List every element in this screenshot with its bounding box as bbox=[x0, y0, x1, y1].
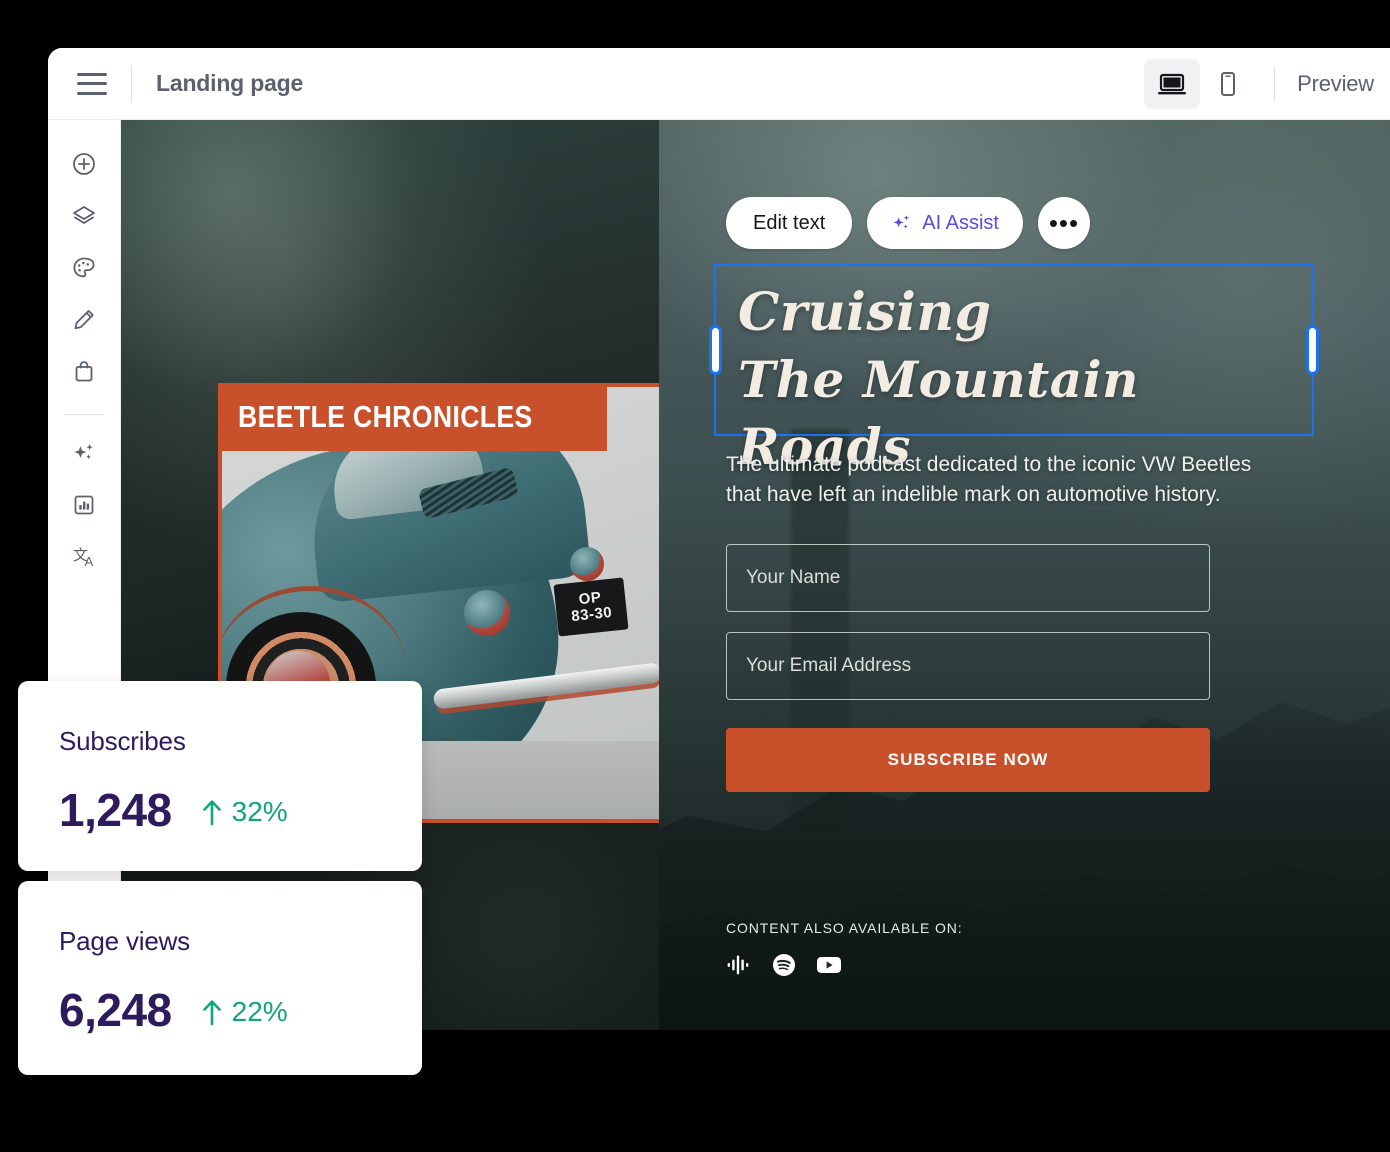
top-bar: Landing page Preview bbox=[48, 48, 1390, 120]
subscribe-now-button[interactable]: SUBSCRIBE NOW bbox=[726, 728, 1210, 792]
top-bar-actions: Preview bbox=[1144, 48, 1390, 119]
edit-text-button[interactable]: Edit text bbox=[726, 197, 853, 249]
page-title: Landing page bbox=[156, 70, 304, 96]
device-desktop-button[interactable] bbox=[1144, 58, 1201, 109]
stat-delta: 22% bbox=[200, 996, 288, 1028]
more-options-button[interactable]: ••• bbox=[1037, 197, 1090, 249]
youtube-icon[interactable] bbox=[816, 955, 842, 975]
preview-button[interactable]: Preview bbox=[1297, 71, 1390, 97]
mobile-icon bbox=[1221, 71, 1236, 96]
plus-circle-icon bbox=[73, 153, 95, 175]
hamburger-menu-icon[interactable] bbox=[77, 72, 107, 95]
stat-value: 1,248 bbox=[59, 784, 172, 836]
beetle-banner: BEETLE CHRONICLES bbox=[222, 387, 607, 451]
divider bbox=[1274, 65, 1276, 102]
stat-row: 1,248 32% bbox=[59, 783, 422, 837]
hero-subtext: The ultimate podcast dedicated to the ic… bbox=[726, 453, 1252, 506]
stat-card-page-views: Page views 6,248 22% bbox=[18, 881, 422, 1075]
headline-line-1: Cruising bbox=[738, 282, 992, 343]
shopping-bag-icon bbox=[75, 361, 93, 382]
stat-card-subscribes: Subscribes 1,248 32% bbox=[18, 681, 422, 871]
ai-assist-label: AI Assist bbox=[922, 211, 999, 234]
sparkles-icon bbox=[74, 444, 93, 460]
name-input[interactable] bbox=[726, 544, 1210, 612]
bar-chart-icon bbox=[74, 495, 94, 515]
palette-icon bbox=[73, 257, 95, 278]
stat-value: 6,248 bbox=[59, 984, 172, 1036]
layers-icon bbox=[73, 206, 95, 224]
sidebar-item-add[interactable] bbox=[62, 142, 106, 186]
sidebar-item-edit[interactable] bbox=[62, 298, 106, 342]
hero-right-pane: Edit text AI Assist ••• Cruising The Mou… bbox=[659, 120, 1390, 1030]
hero-content: Edit text AI Assist ••• Cruising The Mou… bbox=[709, 120, 1319, 1030]
arrow-up-icon bbox=[202, 1000, 221, 1026]
element-toolbar: Edit text AI Assist ••• bbox=[726, 197, 1090, 249]
svg-text:A: A bbox=[85, 554, 94, 569]
stat-delta-value: 22% bbox=[231, 996, 288, 1027]
desktop-icon bbox=[1158, 73, 1187, 94]
stat-row: 6,248 22% bbox=[59, 983, 422, 1037]
resize-handle-left[interactable] bbox=[709, 325, 722, 375]
sidebar-item-theme[interactable] bbox=[62, 246, 106, 290]
pencil-icon bbox=[74, 310, 94, 330]
stat-label: Subscribes bbox=[59, 726, 186, 756]
translate-icon: 文 A bbox=[73, 546, 94, 569]
ai-assist-button[interactable]: AI Assist bbox=[867, 197, 1023, 249]
sidebar-item-store[interactable] bbox=[62, 350, 106, 394]
footer-label: CONTENT ALSO AVAILABLE ON: bbox=[726, 920, 963, 936]
email-input[interactable] bbox=[726, 632, 1210, 700]
beetle-taillight-left bbox=[464, 590, 510, 637]
beetle-taillight-right bbox=[569, 546, 604, 581]
stat-delta: 32% bbox=[200, 796, 288, 828]
sidebar-item-analytics[interactable] bbox=[62, 483, 106, 527]
spotify-icon[interactable] bbox=[771, 952, 797, 978]
sidebar-item-layers[interactable] bbox=[62, 194, 106, 238]
footer-platform-icons bbox=[726, 952, 963, 978]
divider bbox=[64, 414, 104, 415]
beetle-banner-title: BEETLE CHRONICLES bbox=[238, 399, 533, 434]
divider bbox=[131, 65, 132, 102]
stat-label: Page views bbox=[59, 926, 190, 956]
device-mobile-button[interactable] bbox=[1200, 59, 1256, 109]
beetle-license-plate: OP 83-30 bbox=[553, 577, 629, 637]
hero-footer: CONTENT ALSO AVAILABLE ON: bbox=[726, 920, 963, 978]
google-podcasts-icon[interactable] bbox=[726, 952, 752, 978]
sparkles-icon bbox=[893, 215, 910, 229]
plate-line-2: 83-30 bbox=[570, 604, 614, 626]
sidebar-item-translate[interactable]: 文 A bbox=[62, 535, 106, 579]
arrow-up-icon bbox=[202, 800, 221, 826]
stat-delta-value: 32% bbox=[231, 796, 288, 827]
sidebar-item-ai[interactable] bbox=[62, 431, 106, 475]
